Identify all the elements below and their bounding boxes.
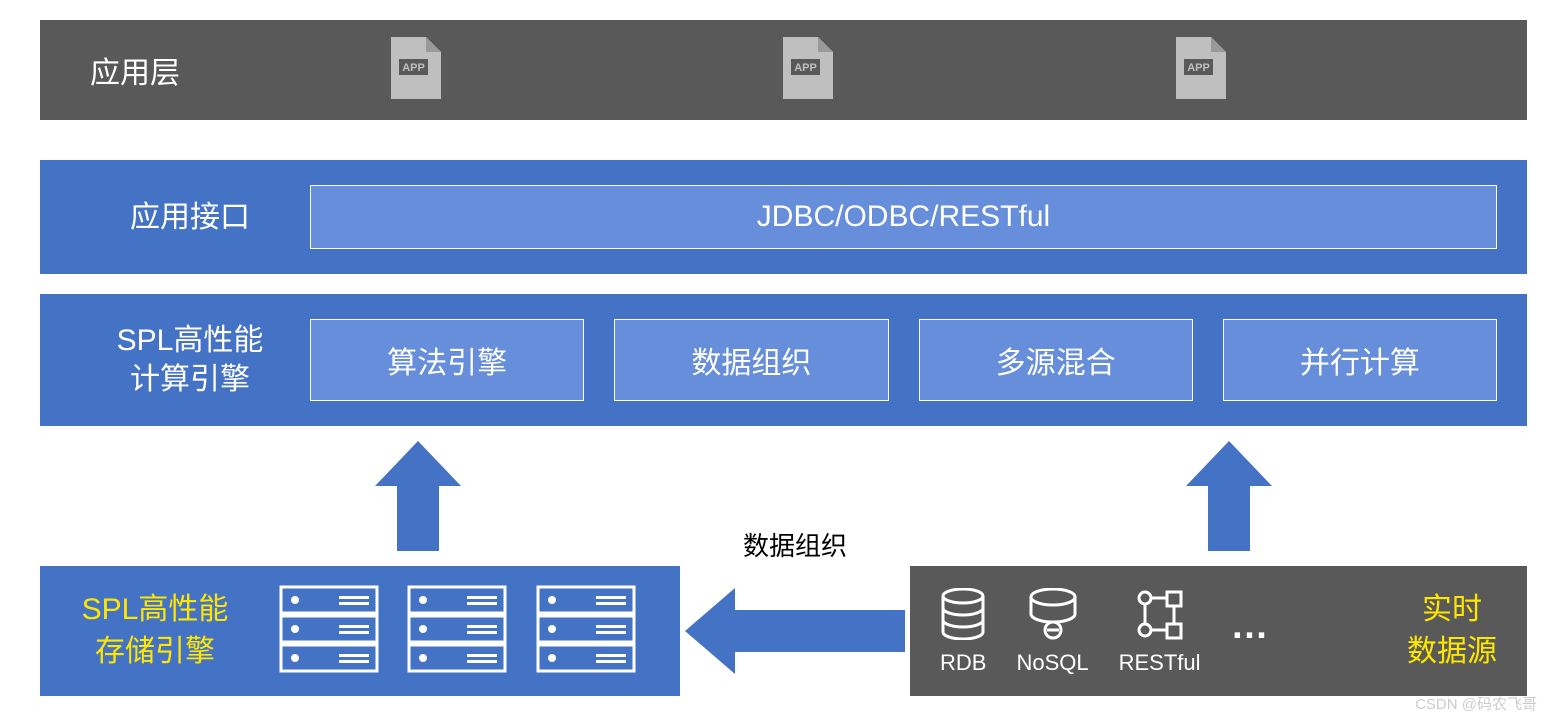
watermark: CSDN @码农飞哥 [1415,693,1537,714]
storage-engine: SPL高性能 存储引擎 [40,566,680,696]
realtime-source-label: 实时 数据源 [1407,589,1497,673]
up-arrow-icon [375,441,461,551]
nosql-icon [1028,587,1078,642]
realtime-data-source: RDB NoSQL RESTful … 实时 数据源 [910,566,1527,696]
module-box: 算法引擎 [310,319,584,401]
server-icon [536,585,636,678]
interface-layer-label: 应用接口 [70,198,310,237]
compute-engine-label: SPL高性能 计算引擎 [70,321,310,399]
server-icon [407,585,507,678]
app-icon: APP [778,37,838,104]
compute-engine-layer: SPL高性能 计算引擎 算法引擎 数据组织 多源混合 并行计算 [40,294,1527,426]
ellipsis: … [1231,605,1269,658]
module-box: 多源混合 [919,319,1193,401]
server-icon [279,585,379,678]
app-icon: APP [1171,37,1231,104]
svg-text:APP: APP [402,62,425,74]
data-source-restful: RESTful [1119,587,1201,676]
restful-icon [1135,587,1185,642]
app-icons-group: APP APP APP [220,37,1477,104]
left-arrow-group: 数据组织 [680,566,910,696]
up-arrow-icon [1186,441,1272,551]
module-box: 并行计算 [1223,319,1497,401]
module-box: 数据组织 [614,319,888,401]
bottom-row: SPL高性能 存储引擎 数据组织 [40,566,1527,696]
server-icons-group [255,585,660,678]
database-icon [940,587,986,642]
app-icon: APP [386,37,446,104]
svg-text:APP: APP [1187,62,1210,74]
data-source-rdb: RDB [940,587,986,676]
left-arrow-icon [685,588,905,674]
application-layer: 应用层 APP APP APP [40,20,1527,120]
interface-layer: 应用接口 JDBC/ODBC/RESTful [40,160,1527,274]
protocol-box: JDBC/ODBC/RESTful [310,185,1497,249]
svg-text:APP: APP [795,62,818,74]
storage-engine-label: SPL高性能 存储引擎 [55,589,255,673]
flow-label: 数据组织 [743,526,847,563]
application-layer-label: 应用层 [90,48,180,92]
data-source-nosql: NoSQL [1016,587,1088,676]
